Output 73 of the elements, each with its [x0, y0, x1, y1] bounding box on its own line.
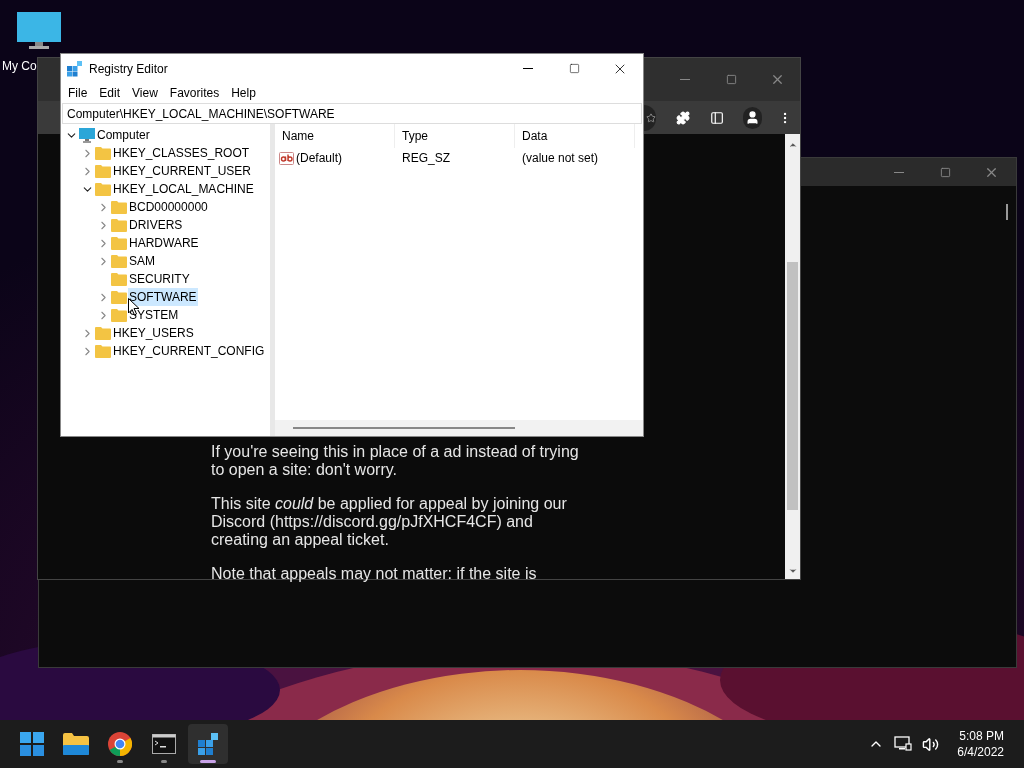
menu-item[interactable]: View — [126, 84, 164, 102]
folder-icon — [111, 308, 127, 322]
browser-icon — [108, 732, 132, 756]
folder-icon — [111, 200, 127, 214]
folder-icon — [111, 218, 127, 232]
maximize-icon — [568, 63, 580, 74]
paragraph: Note that appeals may not matter: if the site is — [211, 565, 538, 583]
folder-icon — [111, 236, 127, 250]
column-header[interactable]: Data — [515, 124, 635, 148]
network-icon[interactable] — [894, 736, 913, 752]
paragraph: If you're seeing this in place of a ad instead of trying to open a site: don't worry. — [211, 443, 580, 479]
maximize-icon — [939, 166, 951, 178]
table-cell-text: REG_SZ — [401, 150, 451, 167]
scrollbar-thumb[interactable] — [787, 262, 798, 510]
tree-item[interactable]: SOFTWARE — [128, 288, 198, 306]
monitor-icon[interactable] — [17, 12, 61, 50]
folder-icon — [95, 146, 111, 160]
maximize-icon — [725, 74, 737, 85]
menu-item[interactable]: Favorites — [163, 84, 226, 102]
menu-item[interactable]: Edit — [93, 84, 127, 102]
folder-icon — [95, 326, 111, 340]
profile-avatar-icon[interactable] — [742, 106, 762, 129]
tree-item[interactable]: HKEY_CLASSES_ROOT — [112, 144, 251, 162]
cubes-icon — [67, 60, 83, 77]
volume-icon[interactable] — [922, 735, 940, 753]
cubes-icon — [196, 732, 220, 756]
clock-date[interactable]: 6/4/2022 — [957, 744, 1004, 760]
tree-item[interactable]: HKEY_LOCAL_MACHINE — [112, 180, 255, 198]
tree-item[interactable]: HKEY_USERS — [112, 324, 195, 342]
scrollbar-thumb[interactable] — [1006, 204, 1008, 220]
folder-icon — [95, 164, 111, 178]
taskbar-app-button[interactable] — [188, 724, 228, 764]
extensions-icon[interactable] — [676, 109, 691, 126]
folder-icon — [95, 344, 111, 358]
table-cell-text: (Default) — [296, 150, 342, 167]
scroll-up-icon[interactable] — [787, 140, 798, 150]
table-cell-text: (value not set) — [521, 150, 600, 167]
tree-item[interactable]: SECURITY — [128, 270, 191, 288]
desktop-icon-label[interactable]: My Co — [2, 57, 37, 75]
address-bar[interactable] — [644, 104, 657, 131]
horizontal-scrollbar[interactable] — [275, 420, 643, 436]
side-panel-icon[interactable] — [710, 109, 725, 126]
tree-item[interactable]: DRIVERS — [128, 216, 184, 234]
menu-item[interactable]: File — [62, 84, 94, 102]
clock-time[interactable]: 5:08 PM — [959, 728, 1004, 744]
folder-icon — [111, 272, 127, 286]
tree-item[interactable]: HKEY_CURRENT_CONFIG — [112, 342, 266, 360]
menu-item[interactable]: Help — [225, 84, 262, 102]
tree-item[interactable]: HARDWARE — [128, 234, 200, 252]
column-header[interactable]: Type — [395, 124, 515, 148]
minimize-icon — [523, 68, 533, 69]
bookmark-star-icon[interactable] — [646, 112, 657, 123]
scrollbar[interactable] — [785, 134, 800, 579]
tree-item[interactable]: HKEY_CURRENT_USER — [112, 162, 253, 180]
folder-icon — [111, 290, 127, 304]
minimize-icon — [894, 171, 904, 173]
tree-item[interactable]: SAM — [128, 252, 156, 270]
minimize-icon — [680, 79, 690, 80]
folder-icon — [63, 733, 89, 755]
folder-icon — [111, 254, 127, 268]
computer-icon — [79, 127, 95, 143]
windows-start-icon — [20, 732, 44, 756]
address-field[interactable]: Computer\HKEY_LOCAL_MACHINE\SOFTWARE — [62, 103, 642, 124]
string-value-icon — [279, 151, 294, 165]
folder-icon — [95, 182, 111, 196]
terminal-icon — [152, 734, 176, 754]
tree-item[interactable]: BCD00000000 — [128, 198, 209, 216]
column-header[interactable]: Name — [275, 124, 395, 148]
window-title: Registry Editor — [89, 60, 168, 78]
scrollbar-thumb[interactable] — [293, 427, 515, 429]
scroll-down-icon[interactable] — [787, 566, 798, 576]
paragraph: This site could be applied for appeal by joining our Discord (https://discord.gg/pJfXHCF4CF) and creating an appeal ticket. — [211, 495, 568, 549]
tree-item[interactable]: Computer — [96, 126, 151, 144]
